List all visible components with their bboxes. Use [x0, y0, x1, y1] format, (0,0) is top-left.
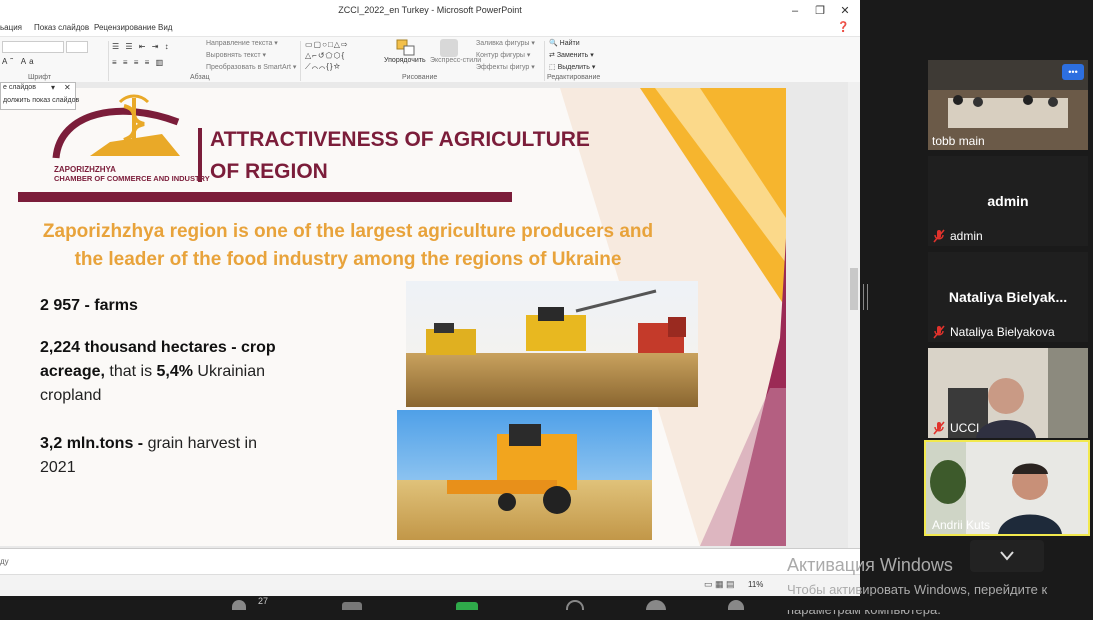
- hint-title: е слайдов: [3, 84, 36, 91]
- panel-splitter-handle[interactable]: [863, 284, 868, 310]
- view-buttons[interactable]: ▭ ▦ ▤: [704, 579, 735, 590]
- gallery-collapse-button[interactable]: [970, 540, 1044, 572]
- fact-farms-text: 2 957 - farms: [40, 297, 138, 314]
- group-drawing-label: Рисование: [402, 74, 438, 81]
- shapes-gallery[interactable]: ▭▢○□△⇨ △⌐↺⬠⬡{⟋⌒⌒{}☆: [305, 39, 381, 73]
- close-button[interactable]: ✕: [830, 2, 860, 20]
- title-bar: ZCCI_2022_en Turkey - Microsoft PowerPoi…: [0, 0, 860, 23]
- group-paragraph-label: Абзац: [190, 74, 210, 81]
- vertical-scrollbar[interactable]: [848, 82, 860, 548]
- select-label: Выделить ▾: [557, 64, 596, 71]
- reactions-icon[interactable]: [646, 600, 666, 610]
- muted-mic-icon: [932, 229, 946, 243]
- shape-effects-button[interactable]: Эффекты фигур ▾: [476, 63, 535, 71]
- muted-mic-icon: [932, 421, 946, 435]
- replace-icon: ⇄: [549, 52, 555, 59]
- slide-title: ATTRACTIVENESS OF AGRICULTURE OF REGION: [210, 128, 590, 183]
- select-button[interactable]: ⬚ Выделить ▾: [549, 63, 595, 71]
- find-label: Найти: [559, 40, 580, 47]
- chat-icon[interactable]: [342, 602, 362, 610]
- participant-display-name: Nataliya Bielyak...: [948, 289, 1068, 305]
- list-icons[interactable]: ☰ ☰ ⇤ ⇥ ↕: [112, 42, 171, 51]
- help-icon[interactable]: ❓: [837, 22, 849, 33]
- slideshow-hint-panel[interactable]: е слайдов ▾ ✕ должить показ слайдов: [0, 82, 79, 110]
- notes-placeholder: ду: [0, 557, 9, 566]
- fact-acreage-percent: 5,4%: [156, 363, 193, 380]
- arrange-button[interactable]: Упорядочить: [384, 57, 426, 64]
- zoom-level[interactable]: 11%: [748, 580, 763, 589]
- tab-review[interactable]: Рецензирование: [94, 23, 156, 32]
- ribbon-tabs: ьация Показ слайдов Рецензирование Вид ❓: [0, 22, 860, 36]
- participant-name: tobb main: [932, 134, 985, 148]
- window-title: ZCCI_2022_en Turkey - Microsoft PowerPoi…: [338, 5, 522, 15]
- fact-acreage-mid: that is: [104, 363, 157, 380]
- find-button[interactable]: 🔍 Найти: [549, 39, 580, 47]
- slide-headline: Zaporizhzhya region is one of the larges…: [42, 221, 654, 270]
- shape-fill-button[interactable]: Заливка фигуры ▾: [476, 39, 535, 47]
- hint-action[interactable]: должить показ слайдов: [3, 97, 79, 104]
- windows-activation-title: Активация Windows: [787, 555, 953, 575]
- title-underline-bar: [18, 192, 512, 202]
- participant-name: Nataliya Bielyakova: [950, 325, 1055, 339]
- fact-acreage: 2,224 thousand hectares - crop acreage, …: [40, 336, 280, 408]
- replace-button[interactable]: ⇄ Заменить ▾: [549, 51, 594, 59]
- notes-pane[interactable]: ду: [0, 548, 860, 575]
- participant-tile-admin[interactable]: admin admin: [928, 156, 1088, 246]
- participant-tile-tobb-main[interactable]: ••• tobb main: [928, 60, 1088, 150]
- ribbon-separator: [544, 41, 545, 81]
- replace-label: Заменить ▾: [556, 52, 594, 59]
- more-options-button[interactable]: •••: [1062, 64, 1084, 80]
- ribbon-separator: [300, 41, 301, 81]
- fact-harvest: 3,2 mln.tons - grain harvest in 2021: [40, 432, 280, 480]
- select-icon: ⬚: [549, 64, 556, 71]
- muted-mic-icon: [932, 325, 946, 339]
- participant-display-name: admin: [987, 193, 1029, 209]
- participant-name: Andrii Kuts: [932, 518, 991, 532]
- meeting-toolbar: 27: [0, 596, 1093, 610]
- tab-view[interactable]: Вид: [158, 23, 172, 32]
- photo-combine-closeup: [397, 410, 652, 540]
- logo-text-name: ZAPORIZHZHYA: [54, 165, 116, 174]
- tab-slideshow[interactable]: Показ слайдов: [34, 23, 89, 32]
- group-font-label: Шрифт: [28, 74, 52, 81]
- quick-styles-button[interactable]: Экспресс-стили: [430, 57, 481, 64]
- text-direction-button[interactable]: Направление текста ▾: [206, 39, 278, 47]
- convert-smartart-button[interactable]: Преобразовать в SmartArt ▾: [206, 63, 296, 71]
- font-size-combo[interactable]: [66, 41, 88, 53]
- participant-tile-ucci[interactable]: UCCI: [928, 348, 1088, 438]
- quick-styles-icon[interactable]: [440, 39, 458, 57]
- scrollbar-thumb[interactable]: [850, 268, 858, 310]
- hint-close-icon[interactable]: ✕: [64, 83, 71, 92]
- shape-outline-button[interactable]: Контур фигуры ▾: [476, 51, 530, 59]
- participant-name: UCCI: [950, 421, 980, 435]
- record-icon[interactable]: [566, 600, 584, 610]
- apps-icon[interactable]: [728, 600, 744, 610]
- fact-farms: 2 957 - farms: [40, 294, 138, 318]
- logo-text-chamber: CHAMBER OF COMMERCE AND INDUSTRY: [54, 174, 210, 183]
- title-divider: [198, 128, 202, 182]
- ribbon-separator: [108, 41, 109, 81]
- tab-animation[interactable]: ьация: [0, 23, 22, 32]
- participant-tile-nataliya[interactable]: Nataliya Bielyak... Nataliya Bielyakova: [928, 252, 1088, 342]
- hint-dropdown-icon[interactable]: ▾: [51, 83, 55, 92]
- status-bar: ▭ ▦ ▤ 11%: [0, 574, 860, 596]
- find-icon: 🔍: [549, 40, 558, 47]
- font-format-icons[interactable]: A˜ Aa: [2, 57, 37, 66]
- group-editing-label: Редактирование: [547, 74, 601, 81]
- powerpoint-window: ZCCI_2022_en Turkey - Microsoft PowerPoi…: [0, 0, 860, 596]
- ribbon: A˜ Aa Шрифт ☰ ☰ ⇤ ⇥ ↕ ≡ ≡ ≡ ≡ ▥ Направле…: [0, 36, 860, 84]
- slide: ZAPORIZHZHYA CHAMBER OF COMMERCE AND IND…: [0, 88, 786, 546]
- chevron-down-icon: [1000, 551, 1014, 561]
- participant-count: 27: [258, 596, 269, 606]
- align-icons[interactable]: ≡ ≡ ≡ ≡ ▥: [112, 58, 165, 67]
- participant-tile-andrii-active-speaker[interactable]: Andrii Kuts: [924, 440, 1090, 536]
- arrange-icon[interactable]: [396, 39, 416, 57]
- participants-icon[interactable]: [232, 600, 246, 610]
- share-screen-icon[interactable]: [456, 602, 478, 610]
- font-name-combo[interactable]: [2, 41, 64, 53]
- participant-name: admin: [950, 229, 983, 243]
- align-text-button[interactable]: Выровнять текст ▾: [206, 51, 266, 59]
- photo-combines-field: [406, 281, 698, 407]
- fact-harvest-bold: 3,2 mln.tons -: [40, 435, 144, 452]
